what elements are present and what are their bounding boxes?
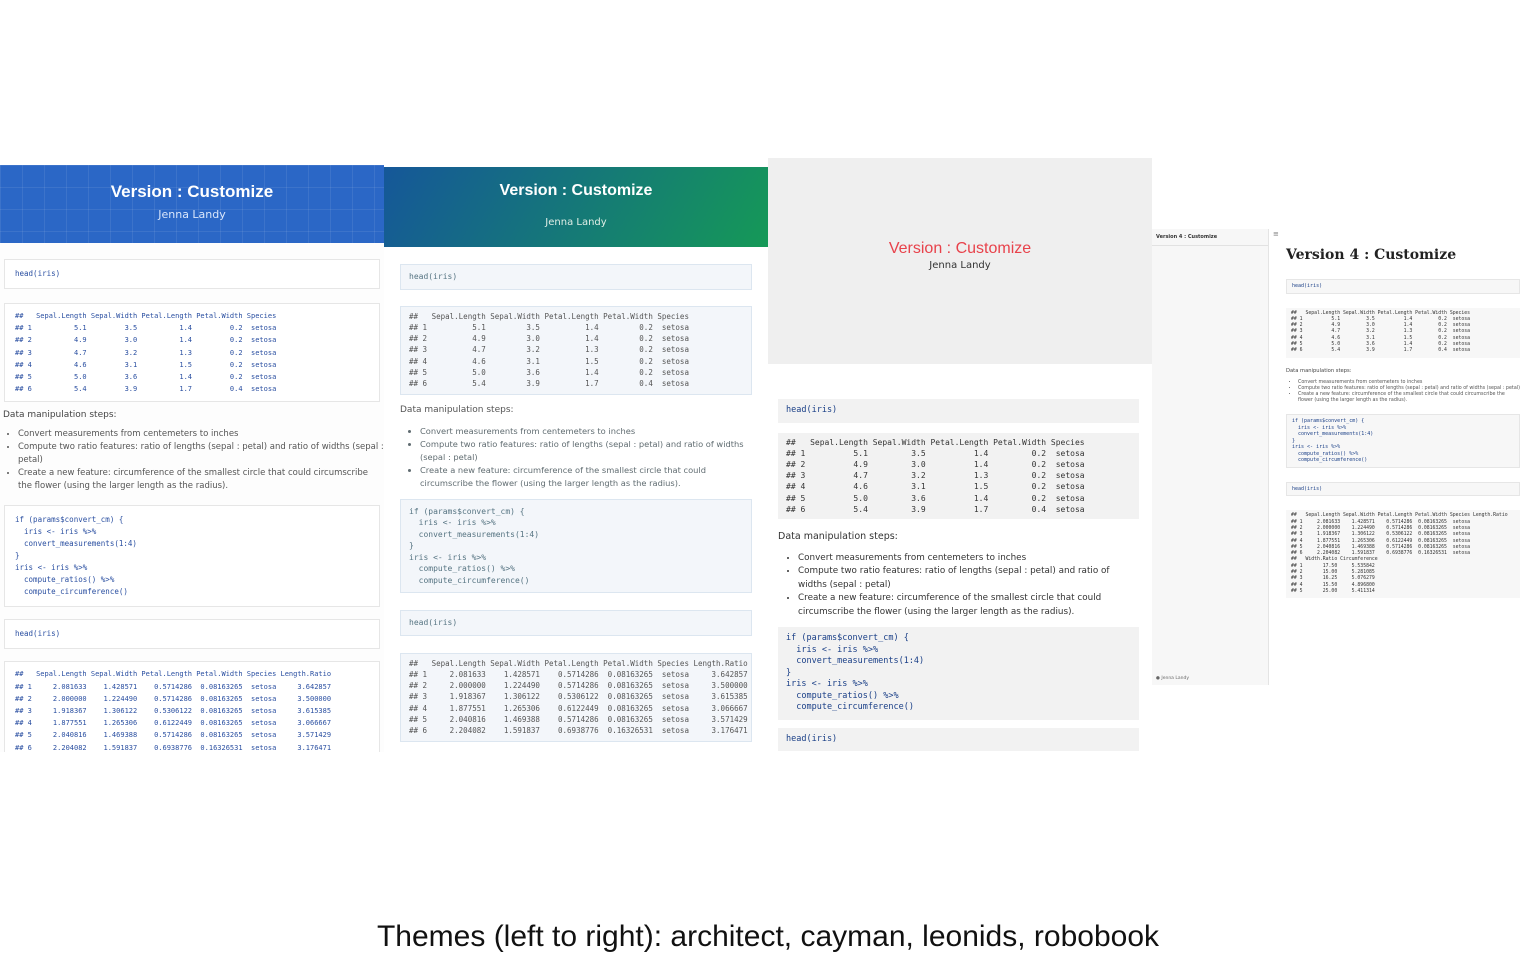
cayman-header: Version : Customize Jenna Landy [384, 167, 768, 247]
steps-list: Convert measurements from centemeters to… [0, 428, 384, 493]
steps-heading: Data manipulation steps: [400, 404, 514, 415]
output-ratios-head: ## Sepal.Length Sepal.Width Petal.Length… [1286, 510, 1520, 599]
sidebar-item-version4[interactable]: Version 4 : Customize [1152, 229, 1268, 246]
output-ratios-head: ## Sepal.Length Sepal.Width Petal.Length… [400, 652, 752, 742]
figure-caption: Themes (left to right): architect, cayma… [376, 920, 1160, 953]
architect-theme-preview: Version : Customize Jenna Landy head(iri… [0, 165, 384, 752]
sidebar-author: ● Jenna Landy [1156, 676, 1189, 681]
code-chunk-head: head(iris) [4, 619, 380, 650]
doc-title: Version : Customize [110, 182, 274, 201]
robobook-sidebar: Version 4 : Customize ● Jenna Landy [1152, 229, 1269, 685]
code-chunk-head: head(iris) [778, 727, 1139, 752]
step-item: Compute two ratio features: ratio of len… [18, 441, 384, 467]
code-chunk-transform: if (params$convert_cm) { iris <- iris %>… [1286, 414, 1520, 468]
doc-title: Version 4 : Customize [1286, 247, 1457, 263]
output-iris-head: ## Sepal.Length Sepal.Width Petal.Length… [4, 303, 380, 403]
step-item: Create a new feature: circumference of t… [798, 592, 1136, 619]
steps-heading: Data manipulation steps: [778, 530, 898, 542]
doc-author: Jenna Landy [158, 208, 226, 221]
steps-list: Convert measurements from centemeters to… [1286, 380, 1520, 405]
code-chunk-head: head(iris) [400, 264, 752, 290]
step-item: Convert measurements from centemeters to… [420, 425, 750, 438]
menu-icon[interactable]: ≡ [1273, 230, 1279, 238]
steps-list: Convert measurements from centemeters to… [768, 552, 1152, 620]
output-iris-head: ## Sepal.Length Sepal.Width Petal.Length… [1286, 307, 1520, 358]
doc-title: Version : Customize [499, 182, 653, 199]
doc-title: Version : Customize [888, 240, 1032, 257]
output-ratios-head: ## Sepal.Length Sepal.Width Petal.Length… [4, 661, 380, 752]
cayman-theme-preview: Version : Customize Jenna Landy head(iri… [384, 167, 768, 750]
robobook-main: ≡ Version 4 : Customize head(iris) ## Se… [1269, 229, 1536, 685]
steps-heading: Data manipulation steps: [3, 410, 117, 421]
robobook-theme-preview: Version 4 : Customize ● Jenna Landy ≡ Ve… [1152, 229, 1536, 685]
step-item: Convert measurements from centemeters to… [798, 552, 1136, 566]
code-chunk-transform: if (params$convert_cm) { iris <- iris %>… [4, 505, 380, 608]
output-iris-head: ## Sepal.Length Sepal.Width Petal.Length… [400, 305, 752, 395]
sidebar-author-label: Jenna Landy [1161, 676, 1189, 681]
architect-header: Version : Customize Jenna Landy [0, 165, 384, 243]
code-chunk-head: head(iris) [1286, 279, 1520, 294]
code-chunk-head: head(iris) [400, 610, 752, 636]
code-chunk-head: head(iris) [778, 399, 1139, 423]
code-chunk-transform: if (params$convert_cm) { iris <- iris %>… [778, 627, 1139, 720]
step-item: Create a new feature: circumference of t… [420, 464, 750, 490]
steps-list: Convert measurements from centemeters to… [384, 425, 768, 490]
robobook-body: head(iris) ## Sepal.Length Sepal.Width P… [1286, 279, 1520, 599]
leonids-header: Version : Customize Jenna Landy [768, 158, 1152, 364]
step-item: Compute two ratio features: ratio of len… [798, 565, 1136, 592]
leonids-theme-preview: Version : Customize Jenna Landy head(iri… [768, 158, 1152, 759]
doc-author: Jenna Landy [929, 260, 991, 271]
step-item: Convert measurements from centemeters to… [18, 428, 384, 441]
code-chunk-head: head(iris) [1286, 481, 1520, 497]
step-item: Compute two ratio features: ratio of len… [420, 438, 750, 464]
steps-heading: Data manipulation steps: [1286, 367, 1352, 374]
code-chunk-head: head(iris) [4, 259, 380, 289]
step-item: Create a new feature: circumference of t… [1298, 392, 1520, 404]
output-iris-head: ## Sepal.Length Sepal.Width Petal.Length… [778, 432, 1139, 519]
doc-author: Jenna Landy [545, 217, 607, 228]
code-chunk-transform: if (params$convert_cm) { iris <- iris %>… [400, 498, 752, 594]
user-icon: ● [1156, 676, 1160, 681]
step-item: Create a new feature: circumference of t… [18, 467, 384, 493]
